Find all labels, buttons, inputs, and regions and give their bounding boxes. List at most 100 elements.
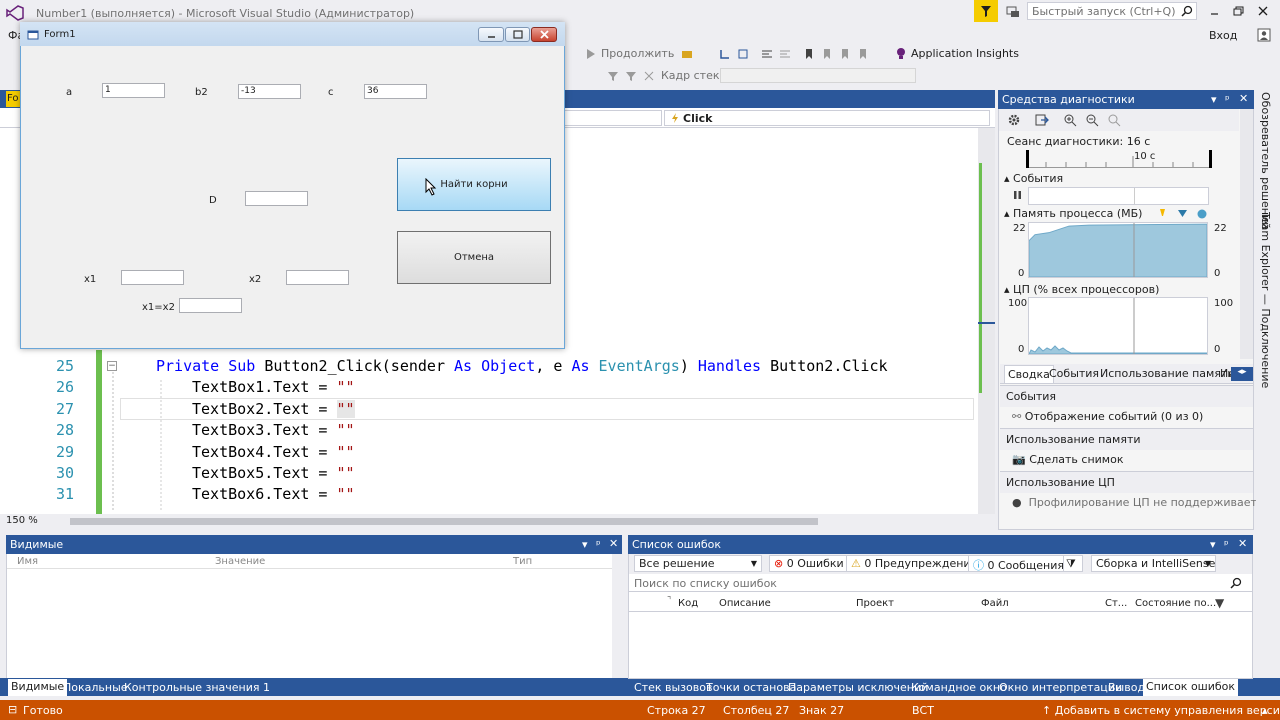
continue-icon[interactable] (584, 47, 598, 61)
diagnostics-scrollbar[interactable] (1240, 109, 1253, 359)
tab-call-stack[interactable]: Стек вызовов (634, 681, 712, 694)
prev-bookmark-icon[interactable] (820, 47, 834, 61)
minimize-button[interactable] (1204, 4, 1226, 18)
take-snapshot-link[interactable]: 📷 Сделать снимок (1012, 453, 1123, 466)
nav-types-combo[interactable] (564, 110, 662, 126)
form-maximize-button[interactable] (505, 27, 530, 42)
memory-section-header[interactable]: ▴ Память процесса (МБ) (1004, 207, 1142, 220)
cpu-section-header[interactable]: ▴ ЦП (% всех процессоров) (1004, 283, 1159, 296)
comment-icon[interactable] (760, 47, 774, 61)
error-search-input[interactable]: Поиск по списку ошибок (629, 575, 1252, 592)
column-type[interactable]: Тип (513, 556, 532, 567)
close-icon[interactable]: ✕ (1238, 537, 1247, 550)
filter-icon[interactable] (606, 69, 620, 83)
panel-menu-icon[interactable]: ▾ (582, 538, 588, 551)
column-description[interactable]: Описание (719, 598, 771, 609)
next-bookmark-icon[interactable] (838, 47, 852, 61)
textbox-b2[interactable]: -13 (238, 84, 301, 99)
tab-watch1[interactable]: Контрольные значения 1 (124, 681, 270, 694)
form-minimize-button[interactable] (478, 27, 504, 42)
pause-icon[interactable] (1013, 190, 1023, 200)
tab-breakpoints[interactable]: Точки останова (706, 681, 796, 694)
panel-menu-icon[interactable]: ▾ (1210, 538, 1216, 551)
zoom-out-icon[interactable] (1085, 113, 1099, 127)
application-insights-label[interactable]: Application Insights (911, 47, 1019, 60)
column-file[interactable]: Файл (981, 598, 1009, 609)
tab-error-list[interactable]: Список ошибок (1143, 679, 1239, 696)
build-filter-combo[interactable]: Сборка и IntelliSense ▼ (1091, 555, 1216, 572)
nav-members-combo[interactable] (664, 110, 990, 126)
column-project[interactable]: Проект (856, 598, 894, 609)
column-filter-icon[interactable]: ▼ (1215, 596, 1224, 610)
events-section-header[interactable]: ▴ События (1004, 172, 1063, 185)
column-value[interactable]: Значение (215, 556, 265, 567)
publish-icon[interactable] (680, 47, 694, 61)
pin-icon[interactable]: ᵖ (1225, 93, 1230, 106)
application-insights-icon[interactable] (894, 47, 908, 61)
tab-command-window[interactable]: Командное окно (911, 681, 1007, 694)
clear-bookmarks-icon[interactable] (856, 47, 870, 61)
settings-icon[interactable] (1007, 113, 1021, 127)
autos-scrollbar[interactable] (612, 554, 622, 678)
quick-launch-input[interactable]: Быстрый запуск (Ctrl+Q) (1027, 2, 1197, 20)
zoom-level-combo[interactable]: 150 % (6, 515, 56, 528)
column-code[interactable]: Код (678, 598, 698, 609)
warnings-filter-button[interactable]: ⚠ 0 Предупреждения (846, 555, 983, 572)
show-events-link[interactable]: ⚯ Отображение событий (0 из 0) (1012, 410, 1203, 423)
uncomment-icon[interactable] (778, 47, 792, 61)
column-line[interactable]: Ст... (1105, 598, 1127, 609)
pin-icon[interactable]: ᵖ (1224, 538, 1229, 551)
editor-horizontal-scrollbar[interactable] (70, 518, 818, 525)
form-close-button[interactable] (531, 27, 557, 42)
tab-exception-settings[interactable]: Параметры исключений (788, 681, 928, 694)
restore-button[interactable] (1228, 4, 1250, 18)
notifications-flag-icon[interactable] (974, 0, 998, 22)
export-icon[interactable] (1035, 113, 1049, 127)
feedback-icon[interactable] (1005, 4, 1021, 20)
textbox-x2[interactable] (286, 270, 349, 285)
tab-events[interactable]: События (1049, 367, 1099, 380)
solution-explorer-tab[interactable]: Обозреватель решений (1259, 92, 1272, 229)
tab-memory-usage[interactable]: Использование памяти (1100, 367, 1235, 380)
team-explorer-tab[interactable]: Team Explorer — Подключение (1259, 212, 1272, 388)
reset-zoom-icon[interactable] (1107, 113, 1121, 127)
textbox-d[interactable] (245, 191, 308, 206)
filter-toggle-button[interactable]: ⧩ (1063, 555, 1083, 572)
close-icon[interactable]: ✕ (1239, 92, 1248, 105)
textbox-x1-equals-x2[interactable] (179, 298, 242, 313)
messages-filter-button[interactable]: ⓘ 0 Сообщения (968, 555, 1070, 572)
account-icon[interactable] (1257, 28, 1271, 42)
tab-summary[interactable]: Сводка (1004, 365, 1054, 383)
cancel-button[interactable]: Отмена (397, 231, 551, 284)
sign-in-link[interactable]: Вход (1209, 29, 1237, 42)
stack-frame-combo[interactable] (720, 68, 916, 83)
bookmark-icon[interactable] (802, 47, 816, 61)
step-into-icon[interactable] (718, 47, 732, 61)
add-to-source-control[interactable]: ↑ Добавить в систему управления версиями (1042, 704, 1280, 717)
tab-autos[interactable]: Видимые (8, 679, 68, 696)
close-window-button[interactable] (1252, 4, 1274, 18)
thread-flag-icon[interactable] (642, 69, 656, 83)
errors-filter-button[interactable]: ⊗ 0 Ошибки (769, 555, 849, 572)
tab-locals[interactable]: Локальные (63, 681, 128, 694)
source-control-dropdown-icon[interactable]: ▴ (1262, 704, 1268, 717)
textbox-a[interactable]: 1 (102, 83, 165, 98)
timeline-ruler[interactable] (1026, 148, 1212, 168)
textbox-c[interactable]: 36 (364, 84, 427, 99)
close-icon[interactable]: ✕ (609, 537, 618, 550)
zoom-in-icon[interactable] (1063, 113, 1077, 127)
column-suppression-state[interactable]: Состояние по... (1135, 598, 1216, 609)
tab-immediate-window[interactable]: Окно интерпретации (999, 681, 1122, 694)
scope-combo[interactable]: Все решение ▼ (634, 555, 762, 572)
filter-threads-icon[interactable] (624, 69, 638, 83)
column-name[interactable]: Имя (17, 556, 38, 567)
pin-icon[interactable]: ᵖ (596, 538, 601, 551)
collapse-icon[interactable]: − (107, 361, 117, 371)
editor-vertical-scrollbar[interactable] (978, 128, 995, 514)
continue-label[interactable]: Продолжить (601, 47, 674, 60)
textbox-x1[interactable] (121, 270, 184, 285)
step-over-icon[interactable] (736, 47, 750, 61)
find-roots-button[interactable]: Найти корни (397, 158, 551, 211)
tabs-scroll-arrows[interactable]: ◂▸ (1231, 367, 1253, 381)
tab-output[interactable]: Вывод (1108, 681, 1145, 694)
